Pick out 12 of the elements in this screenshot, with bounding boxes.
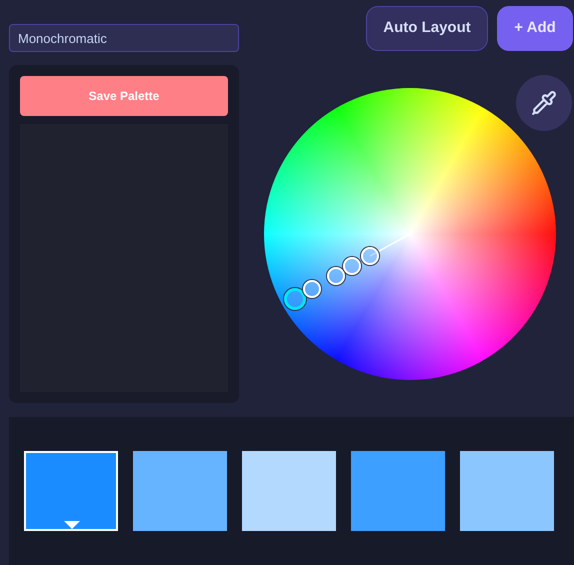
color-swatch[interactable]: [133, 451, 227, 531]
color-swatch[interactable]: [242, 451, 336, 531]
scheme-field[interactable]: Monochromatic: [9, 24, 239, 52]
color-swatch[interactable]: [460, 451, 554, 531]
auto-layout-button[interactable]: Auto Layout: [366, 6, 488, 51]
add-button[interactable]: + Add: [497, 6, 573, 51]
selected-marker-icon: [64, 521, 80, 529]
color-handle[interactable]: [284, 288, 306, 310]
handle-line: [370, 233, 410, 257]
color-swatch[interactable]: [24, 451, 118, 531]
color-swatch[interactable]: [351, 451, 445, 531]
eyedropper-icon: [531, 90, 557, 116]
